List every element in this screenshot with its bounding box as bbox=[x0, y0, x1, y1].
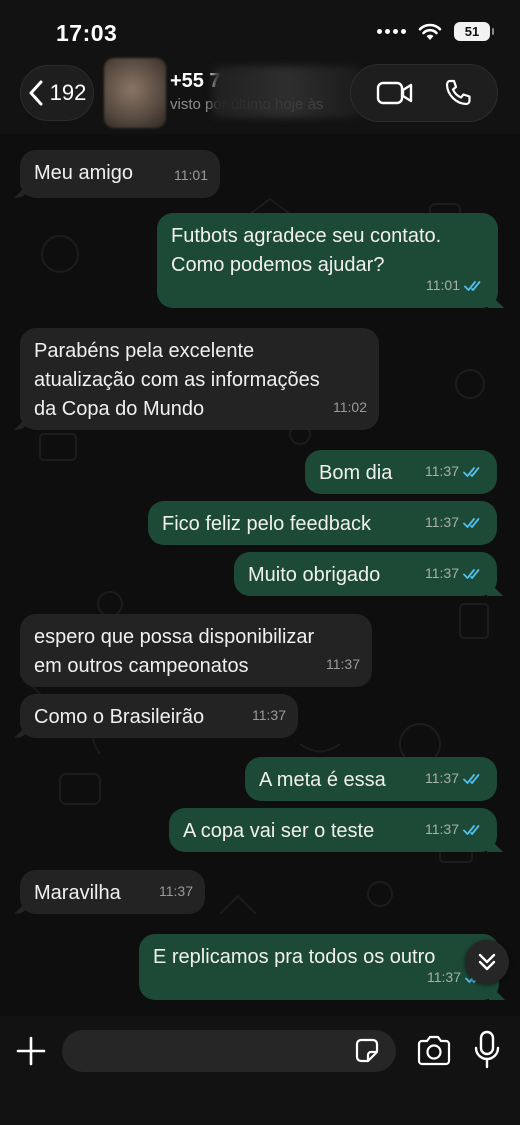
incoming-message[interactable]: espero que possa disponibilizar em outro… bbox=[20, 614, 372, 687]
message-time: 11:02 bbox=[333, 399, 367, 415]
message-time: 11:37 bbox=[159, 883, 193, 899]
read-receipt-icon bbox=[463, 773, 480, 784]
message-time: 11:37 bbox=[425, 770, 459, 786]
message-meta: 11:01 bbox=[426, 271, 486, 300]
attach-plus-icon[interactable] bbox=[14, 1034, 48, 1068]
unread-count: 192 bbox=[49, 80, 87, 105]
cellular-signal-icon bbox=[377, 29, 406, 34]
microphone-icon[interactable] bbox=[474, 1030, 500, 1070]
status-bar: 17:03 51 bbox=[0, 0, 520, 62]
message-meta: 11:37 bbox=[159, 877, 193, 906]
incoming-message[interactable]: Como o Brasileirão 11:37 bbox=[20, 694, 298, 738]
status-time: 17:03 bbox=[56, 20, 118, 46]
read-receipt-icon bbox=[463, 824, 480, 835]
battery-icon: 51 bbox=[454, 22, 494, 41]
message-meta: 11:37 bbox=[425, 508, 485, 537]
message-text: Como o Brasileirão bbox=[34, 706, 205, 728]
read-receipt-icon bbox=[464, 280, 481, 291]
camera-icon[interactable] bbox=[416, 1034, 452, 1068]
redaction-blur bbox=[212, 66, 362, 118]
wifi-icon bbox=[418, 23, 442, 40]
double-chevron-down-icon bbox=[478, 953, 496, 971]
outgoing-message[interactable]: Muito obrigado 11:37 bbox=[234, 552, 497, 596]
message-meta: 11:37 bbox=[425, 457, 485, 486]
incoming-message[interactable]: Meu amigo 11:01 bbox=[20, 150, 220, 198]
chat-header: 192 +55 7 visto por último hoje às bbox=[0, 56, 520, 134]
message-meta: 11:37 bbox=[425, 764, 485, 793]
outgoing-message[interactable]: Fico feliz pelo feedback 11:37 bbox=[148, 501, 497, 545]
incoming-message[interactable]: Parabéns pela excelente atualização com … bbox=[20, 328, 379, 430]
sticker-icon[interactable] bbox=[352, 1036, 382, 1066]
composer-bar bbox=[0, 1016, 520, 1125]
battery-level: 51 bbox=[464, 24, 480, 39]
read-receipt-icon bbox=[463, 568, 480, 579]
message-meta: 11:37 bbox=[252, 701, 286, 730]
avatar[interactable] bbox=[104, 58, 166, 128]
message-meta: 11:37 bbox=[425, 559, 485, 588]
outgoing-message[interactable]: Bom dia 11:37 bbox=[305, 450, 497, 494]
message-time: 11:37 bbox=[425, 463, 459, 479]
outgoing-message[interactable]: E replicamos pra todos os outro 11:37 bbox=[139, 934, 499, 1000]
back-button[interactable]: 192 bbox=[20, 65, 94, 121]
message-time: 11:37 bbox=[252, 707, 286, 723]
message-time: 11:01 bbox=[174, 167, 208, 183]
status-icons: 51 bbox=[377, 22, 494, 41]
message-meta: 11:37 bbox=[425, 815, 485, 844]
outgoing-message[interactable]: A copa vai ser o teste 11:37 bbox=[169, 808, 497, 852]
video-call-icon[interactable] bbox=[376, 80, 414, 106]
message-time: 11:37 bbox=[427, 969, 461, 985]
message-meta: 11:37 bbox=[326, 650, 360, 679]
message-text: espero que possa disponibilizar em outro… bbox=[34, 626, 315, 677]
call-actions bbox=[350, 64, 498, 122]
phone-call-icon[interactable] bbox=[443, 78, 473, 108]
incoming-message[interactable]: Maravilha 11:37 bbox=[20, 870, 205, 914]
message-time: 11:37 bbox=[326, 656, 360, 672]
chevron-left-icon bbox=[29, 80, 43, 106]
message-time: 11:37 bbox=[425, 821, 459, 837]
message-input[interactable] bbox=[62, 1030, 396, 1072]
message-time: 11:01 bbox=[426, 277, 460, 293]
outgoing-message[interactable]: Futbots agradece seu contato. Como podem… bbox=[157, 213, 498, 308]
read-receipt-icon bbox=[463, 517, 480, 528]
message-text: Parabéns pela excelente atualização com … bbox=[34, 340, 320, 420]
outgoing-message[interactable]: A meta é essa 11:37 bbox=[245, 757, 497, 801]
message-meta: 11:02 bbox=[333, 393, 367, 422]
message-meta: 11:01 bbox=[174, 161, 208, 190]
message-time: 11:37 bbox=[425, 514, 459, 530]
scroll-to-bottom-button[interactable] bbox=[465, 940, 509, 984]
read-receipt-icon bbox=[463, 466, 480, 477]
message-time: 11:37 bbox=[425, 565, 459, 581]
